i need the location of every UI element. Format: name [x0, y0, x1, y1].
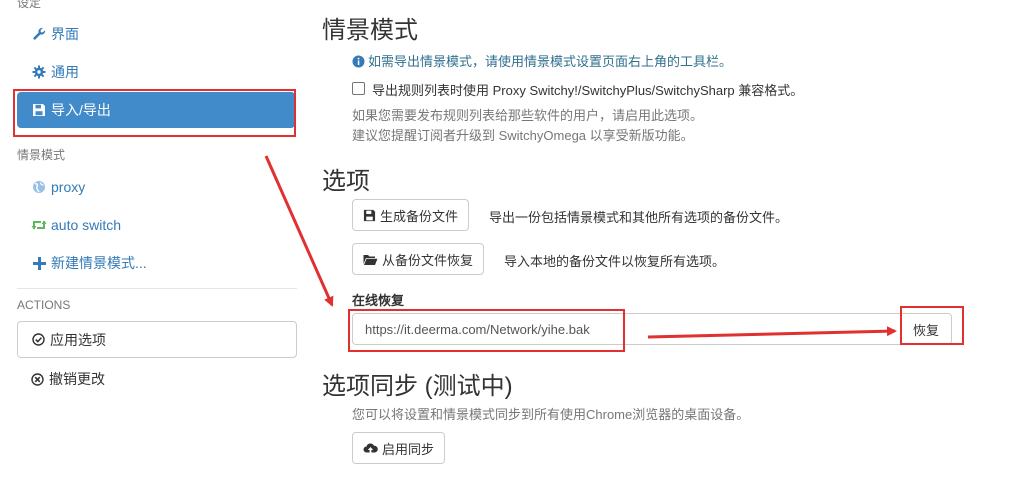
arrow-to-url-input [264, 155, 334, 307]
arrow-to-restore-button [647, 326, 897, 339]
annotation-arrows [264, 155, 897, 339]
